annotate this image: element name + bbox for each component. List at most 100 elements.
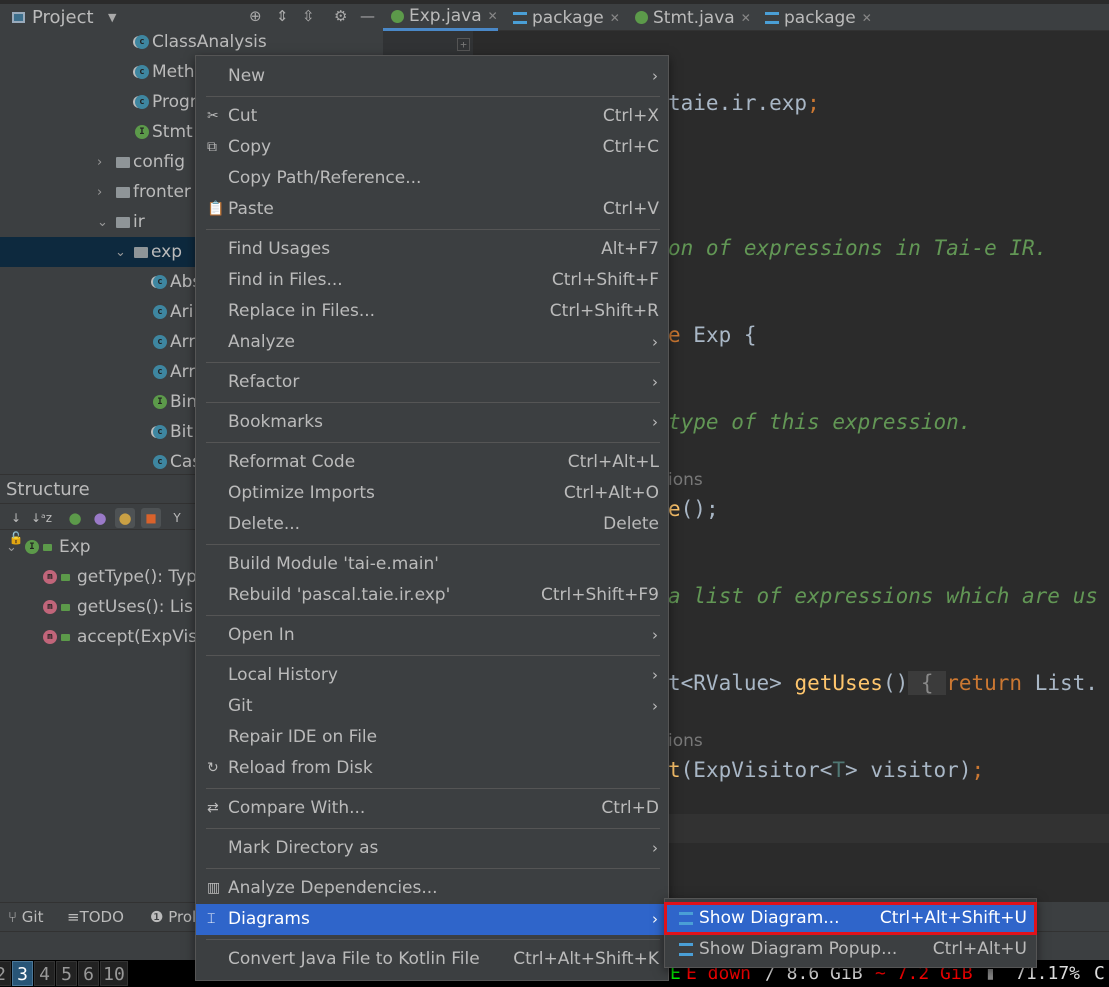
- tree-item-label: ClassAnalysis: [152, 32, 267, 52]
- workspace-button[interactable]: 2: [0, 961, 11, 986]
- git-tool-button[interactable]: ⑂ Git: [8, 908, 43, 926]
- show-properties-icon[interactable]: ●: [90, 508, 110, 528]
- menu-item-analyze[interactable]: Analyze ›: [196, 327, 668, 358]
- sort-alphabetically-icon[interactable]: ↓ᵃz: [31, 508, 52, 528]
- tree-item-label: Ari: [170, 302, 194, 322]
- menu-item-label: Mark Directory as: [228, 838, 379, 858]
- tree-item-label: Arr: [170, 362, 196, 382]
- show-fields-icon[interactable]: ●: [115, 508, 135, 528]
- close-icon[interactable]: ✕: [741, 11, 751, 25]
- chevron-down-icon[interactable]: ⌄: [97, 215, 108, 230]
- sort-by-visibility-icon[interactable]: ↓🔓: [6, 508, 26, 545]
- workspace-button[interactable]: 6: [78, 961, 99, 986]
- folder-icon: [116, 217, 130, 228]
- menu-item-new[interactable]: New ›: [196, 61, 668, 92]
- menu-separator: [196, 824, 668, 833]
- shortcut-label: Ctrl+Alt+O: [563, 483, 659, 503]
- close-icon[interactable]: ✕: [610, 11, 620, 25]
- diagrams-submenu: Show Diagram... Ctrl+Alt+Shift+U Show Diag…: [664, 898, 1037, 968]
- menu-item-copy-path-reference[interactable]: Copy Path/Reference...: [196, 163, 668, 194]
- editor-tab[interactable]: Stmt.java ✕: [627, 4, 751, 31]
- menu-item-refactor[interactable]: Refactor ›: [196, 367, 668, 398]
- clock-status: C: [1094, 963, 1105, 984]
- tree-item-label: Bin: [170, 392, 198, 412]
- menu-item-reload-from-disk[interactable]: ↻ Reload from Disk: [196, 753, 668, 784]
- menu-item-repair-ide-on-file[interactable]: Repair IDE on File: [196, 722, 668, 753]
- abstract-class-icon: c: [135, 35, 149, 49]
- gear-icon[interactable]: ⚙: [334, 7, 347, 25]
- menu-item-copy[interactable]: ⧉ Copy Ctrl+C: [196, 132, 668, 163]
- menu-item-open-in[interactable]: Open In ›: [196, 620, 668, 651]
- member-label: getUses(): Lis: [77, 597, 193, 617]
- workspace-button[interactable]: 4: [34, 961, 55, 986]
- chevron-right-icon[interactable]: ›: [97, 185, 102, 200]
- shortcut-label: Ctrl+X: [602, 106, 659, 126]
- show-inherited-icon[interactable]: ●: [65, 508, 85, 528]
- menu-item-bookmarks[interactable]: Bookmarks ›: [196, 407, 668, 438]
- chevron-down-icon[interactable]: ▼: [108, 11, 116, 24]
- menu-separator: [196, 784, 668, 793]
- chevron-right-icon[interactable]: ›: [97, 155, 102, 170]
- show-non-public-icon[interactable]: ■: [141, 508, 161, 528]
- editor-tab[interactable]: package ✕: [505, 4, 620, 31]
- package-diagram-icon: [513, 11, 527, 24]
- problems-label: Prol: [168, 908, 197, 926]
- show-diagram-item[interactable]: Show Diagram... Ctrl+Alt+Shift+U: [664, 902, 1037, 935]
- hide-icon[interactable]: —: [360, 7, 375, 25]
- menu-item-compare-with[interactable]: ⇄ Compare With... Ctrl+D: [196, 793, 668, 824]
- show-lambdas-icon[interactable]: Y: [167, 508, 187, 528]
- menu-item-convert-java-file-to-kotlin-file[interactable]: Convert Java File to Kotlin File Ctrl+Alt…: [196, 944, 668, 975]
- menu-item-label: Optimize Imports: [228, 483, 375, 503]
- menu-item-mark-directory-as[interactable]: Mark Directory as ›: [196, 833, 668, 864]
- menu-item-rebuild-pascal-taie-ir-exp[interactable]: Rebuild 'pascal.taie.ir.exp' Ctrl+Shift+F…: [196, 580, 668, 611]
- chevron-right-icon: ›: [652, 910, 658, 928]
- menu-item-find-in-files[interactable]: Find in Files... Ctrl+Shift+F: [196, 265, 668, 296]
- fold-expand-icon[interactable]: +: [457, 38, 470, 51]
- show-diagram-popup-item[interactable]: Show Diagram Popup... Ctrl+Alt+U: [665, 934, 1036, 965]
- public-lock-icon: [43, 543, 52, 551]
- menu-item-diagrams[interactable]: ⌶ Diagrams ›: [196, 904, 668, 935]
- abstract-class-icon: c: [135, 95, 149, 109]
- workspace-button[interactable]: 3: [12, 961, 33, 986]
- menu-item-optimize-imports[interactable]: Optimize Imports Ctrl+Alt+O: [196, 478, 668, 509]
- project-view-selector[interactable]: Project: [32, 7, 94, 28]
- menu-item-analyze-dependencies[interactable]: ▥ Analyze Dependencies...: [196, 873, 668, 904]
- close-icon[interactable]: ✕: [488, 9, 498, 23]
- chevron-right-icon: ›: [652, 697, 658, 715]
- shortcut-label: Ctrl+Alt+U: [932, 939, 1027, 959]
- chevron-down-icon[interactable]: ⌄: [115, 245, 126, 260]
- menu-item-find-usages[interactable]: Find Usages Alt+F7: [196, 234, 668, 265]
- menu-separator: [196, 398, 668, 407]
- menu-item-delete[interactable]: Delete... Delete: [196, 509, 668, 540]
- menu-item-local-history[interactable]: Local History ›: [196, 660, 668, 691]
- folder-icon: [134, 247, 148, 258]
- locate-icon[interactable]: ⊕: [249, 7, 262, 25]
- workspace-button[interactable]: 10: [100, 961, 128, 986]
- abstract-class-icon: c: [153, 275, 167, 289]
- tree-item-label: Bit: [170, 422, 194, 442]
- problems-tool-button[interactable]: ❶ Prol: [150, 908, 196, 926]
- menu-item-git[interactable]: Git ›: [196, 691, 668, 722]
- chevron-right-icon: ›: [652, 839, 658, 857]
- menu-item-build-module-tai-e-main[interactable]: Build Module 'tai-e.main': [196, 549, 668, 580]
- editor-tab[interactable]: Exp.java ✕: [383, 4, 498, 31]
- workspace-button[interactable]: 5: [56, 961, 77, 986]
- menu-item-paste[interactable]: 📋 Paste Ctrl+V: [196, 194, 668, 225]
- menu-item-cut[interactable]: ✂ Cut Ctrl+X: [196, 101, 668, 132]
- shortcut-label: Ctrl+C: [602, 137, 659, 157]
- menu-item-reformat-code[interactable]: Reformat Code Ctrl+Alt+L: [196, 447, 668, 478]
- method-icon: m: [43, 600, 57, 614]
- folder-icon: [116, 187, 130, 198]
- interface-icon: [391, 9, 404, 23]
- expand-all-icon[interactable]: ⇕: [276, 7, 289, 25]
- editor-tab[interactable]: package ✕: [757, 4, 872, 31]
- tree-item[interactable]: c ClassAnalysis: [0, 27, 382, 57]
- todo-label: TODO: [79, 908, 124, 926]
- menu-item-replace-in-files[interactable]: Replace in Files... Ctrl+Shift+R: [196, 296, 668, 327]
- menu-item-label: Refactor: [228, 372, 300, 392]
- todo-tool-button[interactable]: ≡TODO: [67, 908, 124, 926]
- tab-label: Stmt.java: [653, 7, 735, 28]
- collapse-all-icon[interactable]: ⇳: [302, 7, 315, 25]
- menu-item-label: Copy Path/Reference...: [228, 168, 422, 188]
- close-icon[interactable]: ✕: [862, 11, 872, 25]
